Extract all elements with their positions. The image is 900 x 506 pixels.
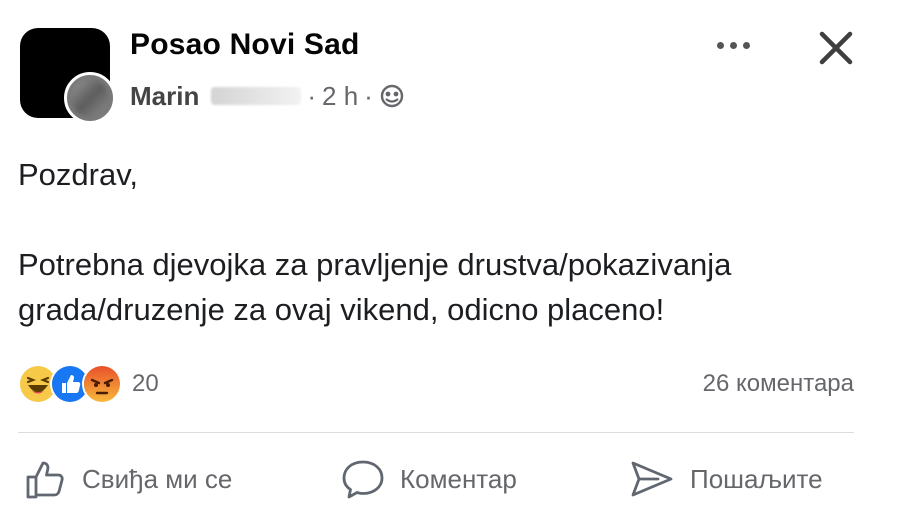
author-name-link[interactable]: Marin xyxy=(130,81,199,112)
post-text-line: grada/druzenje za ovaj vikend, odicno pl… xyxy=(18,292,665,327)
more-options-button[interactable] xyxy=(708,30,758,60)
post-text-line: Potrebna djevojka za pravljenje drustva/… xyxy=(18,247,732,282)
more-dots-icon xyxy=(716,41,724,49)
thumbs-up-icon xyxy=(26,461,64,499)
redacted-surname xyxy=(211,87,302,105)
meta-separator-2: · xyxy=(364,80,373,111)
comments-count-link[interactable]: 26 коментара xyxy=(703,370,854,398)
like-button[interactable]: Свиђа ми се xyxy=(24,452,232,506)
comment-button[interactable]: Коментар xyxy=(340,452,517,506)
post-body: Pozdrav, Potrebna djevojka za pravljenje… xyxy=(18,152,878,332)
meta-separator: · xyxy=(307,80,317,111)
user-avatar[interactable] xyxy=(64,72,116,124)
more-dot xyxy=(742,41,750,49)
post-actions: Свиђа ми се Коментар Пошаљите xyxy=(0,452,900,506)
facebook-post: Posao Novi Sad Marin · 2 h · Pozdrav, Po… xyxy=(0,0,900,506)
share-label: Пошаљите xyxy=(690,463,823,494)
post-text-line: Pozdrav, xyxy=(18,157,139,192)
like-label: Свиђа ми се xyxy=(82,463,233,494)
globe-icon xyxy=(380,84,404,108)
post-meta: Marin · 2 h · xyxy=(130,80,405,112)
avatar-group[interactable] xyxy=(20,28,116,124)
share-button[interactable]: Пошаљите xyxy=(628,452,823,506)
more-dot xyxy=(729,41,737,49)
comment-label: Коментар xyxy=(400,463,517,494)
send-arrow-icon xyxy=(631,461,673,497)
close-icon[interactable] xyxy=(812,24,860,72)
reaction-count[interactable]: 20 xyxy=(132,370,159,398)
divider xyxy=(18,432,854,433)
comment-bubble-icon xyxy=(342,460,384,499)
reactions-summary[interactable]: 20 xyxy=(18,364,159,404)
group-name-link[interactable]: Posao Novi Sad xyxy=(130,28,360,62)
angry-reaction-icon xyxy=(82,364,122,404)
post-time-link[interactable]: 2 h xyxy=(322,81,358,112)
